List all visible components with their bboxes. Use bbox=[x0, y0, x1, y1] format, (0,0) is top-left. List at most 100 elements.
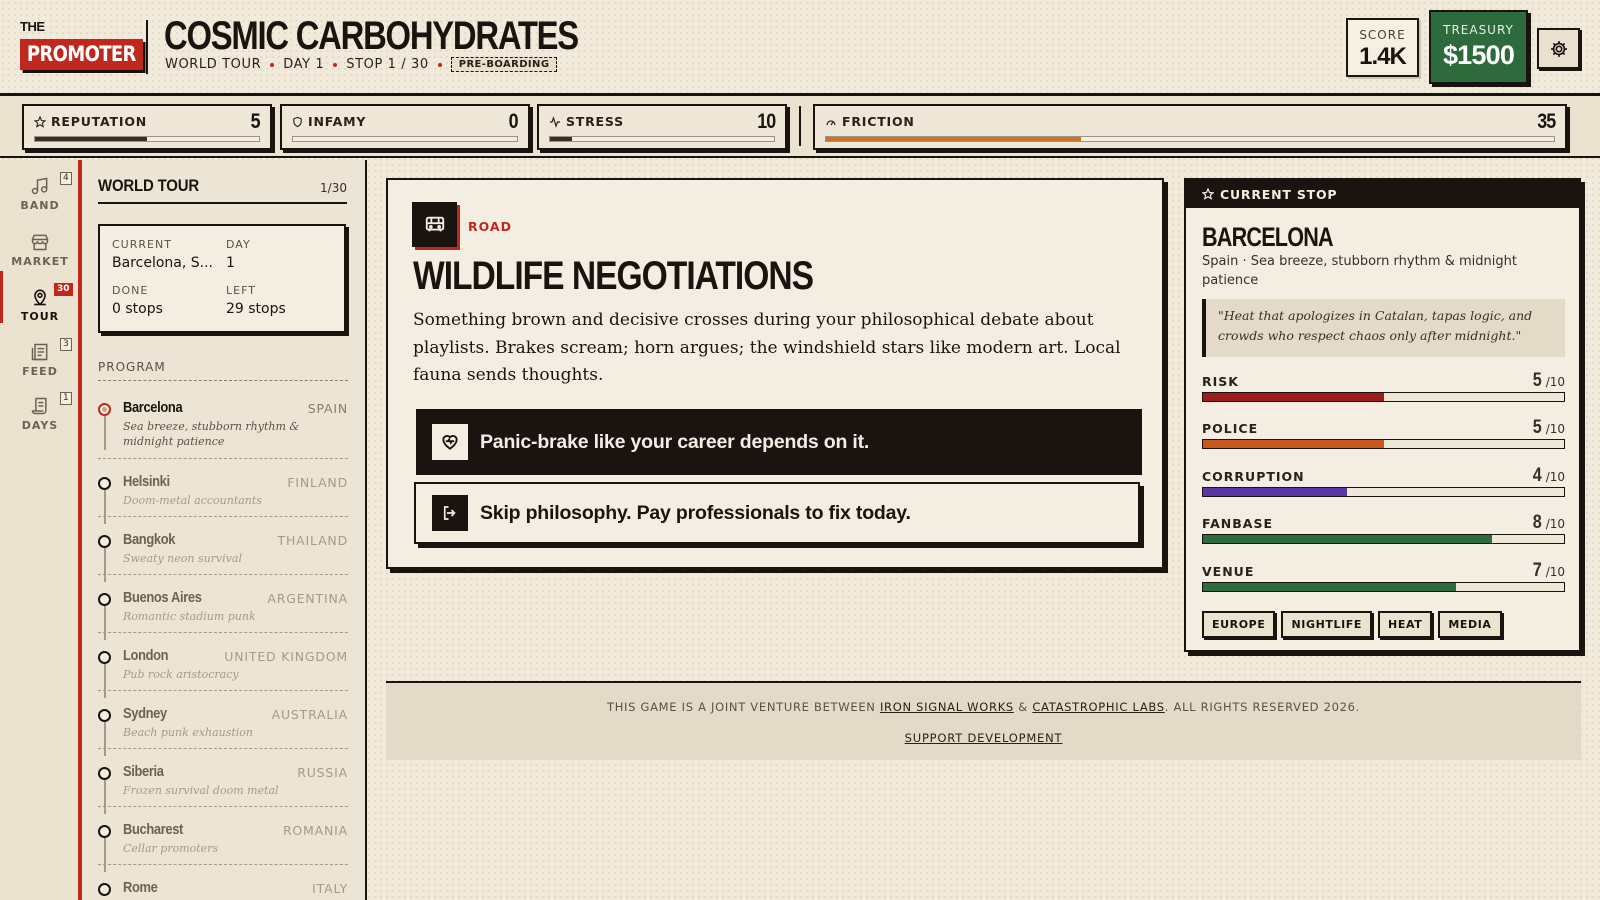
tour-stop-london[interactable]: London UNITED KINGDOM Pub rock aristocra… bbox=[98, 643, 348, 698]
stat-value: 35 bbox=[1536, 110, 1556, 133]
treasury-label: TREASURY bbox=[1443, 23, 1514, 37]
stop-country: ROMANIA bbox=[282, 823, 348, 838]
stop-marker bbox=[98, 593, 111, 606]
stop-marker bbox=[98, 403, 111, 416]
stat-track bbox=[292, 136, 518, 142]
rail-label: TOUR bbox=[20, 310, 60, 323]
event-title: WILDLIFE NEGOTIATIONS bbox=[413, 254, 814, 298]
tour-stop-bangkok[interactable]: Bangkok THAILAND Sweaty neon survival bbox=[98, 527, 348, 582]
meter-track bbox=[1202, 392, 1565, 402]
tour-stop-bucharest[interactable]: Bucharest ROMANIA Cellar promoters bbox=[98, 817, 348, 872]
stop-marker bbox=[98, 767, 111, 780]
tour-stop-siberia[interactable]: Siberia RUSSIA Frozen survival doom meta… bbox=[98, 759, 348, 814]
tag-europe[interactable]: EUROPE bbox=[1202, 611, 1276, 638]
tour-stop-barcelona[interactable]: Barcelona SPAIN Sea breeze, stubborn rhy… bbox=[98, 395, 348, 459]
stop-country: ARGENTINA bbox=[267, 591, 348, 606]
meter-label: POLICE bbox=[1202, 421, 1259, 436]
footer-link-iron-signal[interactable]: IRON SIGNAL WORKS bbox=[880, 700, 1014, 714]
summary-label: LEFT bbox=[226, 284, 256, 297]
summary-value: 0 stops bbox=[112, 301, 163, 317]
footer-text: . ALL RIGHTS RESERVED 2026. bbox=[1164, 700, 1361, 714]
tag-media[interactable]: MEDIA bbox=[1438, 611, 1502, 638]
stop-city: Siberia bbox=[123, 763, 164, 780]
feed-icon bbox=[31, 343, 48, 361]
meter-fill bbox=[1203, 393, 1384, 401]
rail-item-band[interactable]: 4 BAND bbox=[0, 160, 80, 212]
support-development-link[interactable]: SUPPORT DEVELOPMENT bbox=[905, 731, 1063, 745]
stop-stem bbox=[104, 490, 106, 524]
meter-track bbox=[1202, 534, 1565, 544]
stop-city: Helsinki bbox=[123, 473, 170, 490]
stat-friction: FRICTION 35 bbox=[813, 104, 1567, 150]
rail-item-tour[interactable]: 30 TOUR bbox=[0, 271, 80, 323]
tour-count: 1/30 bbox=[320, 181, 347, 195]
score-label: SCORE bbox=[1359, 28, 1406, 42]
stop-stem bbox=[104, 606, 106, 640]
meter-fanbase: FANBASE 8 /10 bbox=[1202, 512, 1565, 548]
rail-item-days[interactable]: 1 DAYS bbox=[0, 380, 80, 432]
stop-stem bbox=[104, 780, 106, 814]
current-stop-header: CURRENT STOP bbox=[1186, 180, 1579, 208]
stat-divider bbox=[799, 106, 801, 146]
meter-value: 7 /10 bbox=[1532, 560, 1565, 582]
tag-nightlife[interactable]: NIGHTLIFE bbox=[1281, 611, 1373, 638]
meter-value: 4 /10 bbox=[1532, 465, 1565, 487]
stop-country: FINLAND bbox=[287, 475, 348, 490]
stop-city: Buenos Aires bbox=[123, 589, 202, 606]
tour-stop-sydney[interactable]: Sydney AUSTRALIA Beach punk exhaustion bbox=[98, 701, 348, 756]
stat-name: STRESS bbox=[566, 114, 624, 129]
stop-stem bbox=[104, 838, 106, 872]
stop-stem bbox=[104, 664, 106, 698]
meter-track bbox=[1202, 439, 1565, 449]
stop-tagline: Sweaty neon survival bbox=[123, 552, 242, 565]
stat-name: INFAMY bbox=[308, 114, 367, 129]
site-footer: THIS GAME IS A JOINT VENTURE BETWEEN IRO… bbox=[386, 681, 1581, 760]
meter-label: RISK bbox=[1202, 374, 1239, 389]
meter-corruption: CORRUPTION 4 /10 bbox=[1202, 465, 1565, 501]
score-box: SCORE 1.4K bbox=[1346, 18, 1419, 77]
left-rail: 4 BAND MARKET 30 TOUR 3 FEED 1 DAYS bbox=[0, 160, 80, 900]
tour-stop-buenos-aires[interactable]: Buenos Aires ARGENTINA Romantic stadium … bbox=[98, 585, 348, 640]
stop-tagline: Sea breeze, stubborn rhythm & midnight p… bbox=[123, 420, 300, 448]
meter-value: 8 /10 bbox=[1532, 512, 1565, 534]
stat-track bbox=[34, 136, 260, 142]
summary-label: DAY bbox=[226, 238, 251, 251]
meter-fill bbox=[1203, 535, 1492, 543]
rail-label: MARKET bbox=[11, 255, 69, 268]
meter-max: /10 bbox=[1545, 375, 1565, 389]
tour-summary: CURRENT Barcelona, S... DAY 1 DONE 0 stops … bbox=[98, 224, 346, 333]
header-divider bbox=[146, 20, 148, 74]
meter-venue: VENUE 7 /10 bbox=[1202, 560, 1565, 596]
tour-stop-rome[interactable]: Rome ITALY bbox=[98, 875, 348, 900]
scroll-icon bbox=[31, 397, 47, 415]
rail-label: BAND bbox=[20, 199, 60, 212]
rail-count: 4 bbox=[60, 172, 72, 185]
stat-track bbox=[825, 136, 1555, 142]
summary-value: 29 stops bbox=[226, 301, 286, 317]
footer-support: SUPPORT DEVELOPMENT bbox=[386, 731, 1581, 745]
footer-link-catastrophic[interactable]: CATASTROPHIC LABS bbox=[1032, 700, 1164, 714]
tour-stop-helsinki[interactable]: Helsinki FINLAND Doom-metal accountants bbox=[98, 469, 348, 524]
stop-country: UNITED KINGDOM bbox=[224, 649, 348, 664]
program-heading: PROGRAM bbox=[98, 360, 348, 381]
stat-name: REPUTATION bbox=[51, 114, 148, 129]
tag-heat[interactable]: HEAT bbox=[1378, 611, 1433, 638]
choice-panic-brake-button[interactable]: Panic-brake like your career depends on … bbox=[416, 409, 1142, 475]
event-kind: ROAD bbox=[468, 219, 512, 234]
stop-tagline: Frozen survival doom metal bbox=[123, 784, 279, 797]
subtitle-dot bbox=[437, 62, 442, 67]
rail-item-market[interactable]: MARKET bbox=[0, 216, 80, 268]
stop-country: SPAIN bbox=[307, 401, 348, 416]
gear-icon bbox=[1550, 40, 1567, 57]
stop-tagline: Doom-metal accountants bbox=[123, 494, 262, 507]
meter-value: 5 /10 bbox=[1532, 370, 1565, 392]
band-name: COSMIC CARBOHYDRATES bbox=[164, 14, 579, 58]
settings-button[interactable] bbox=[1537, 28, 1580, 69]
stop-city: Sydney bbox=[123, 705, 167, 722]
choice-label: Panic-brake like your career depends on … bbox=[480, 430, 870, 453]
choice-pay-professionals-button[interactable]: Skip philosophy. Pay professionals to fi… bbox=[414, 482, 1140, 544]
current-stop-heading: CURRENT STOP bbox=[1220, 186, 1338, 202]
rail-item-feed[interactable]: 3 FEED bbox=[0, 326, 80, 378]
stop-marker bbox=[98, 535, 111, 548]
meter-label: FANBASE bbox=[1202, 516, 1273, 531]
